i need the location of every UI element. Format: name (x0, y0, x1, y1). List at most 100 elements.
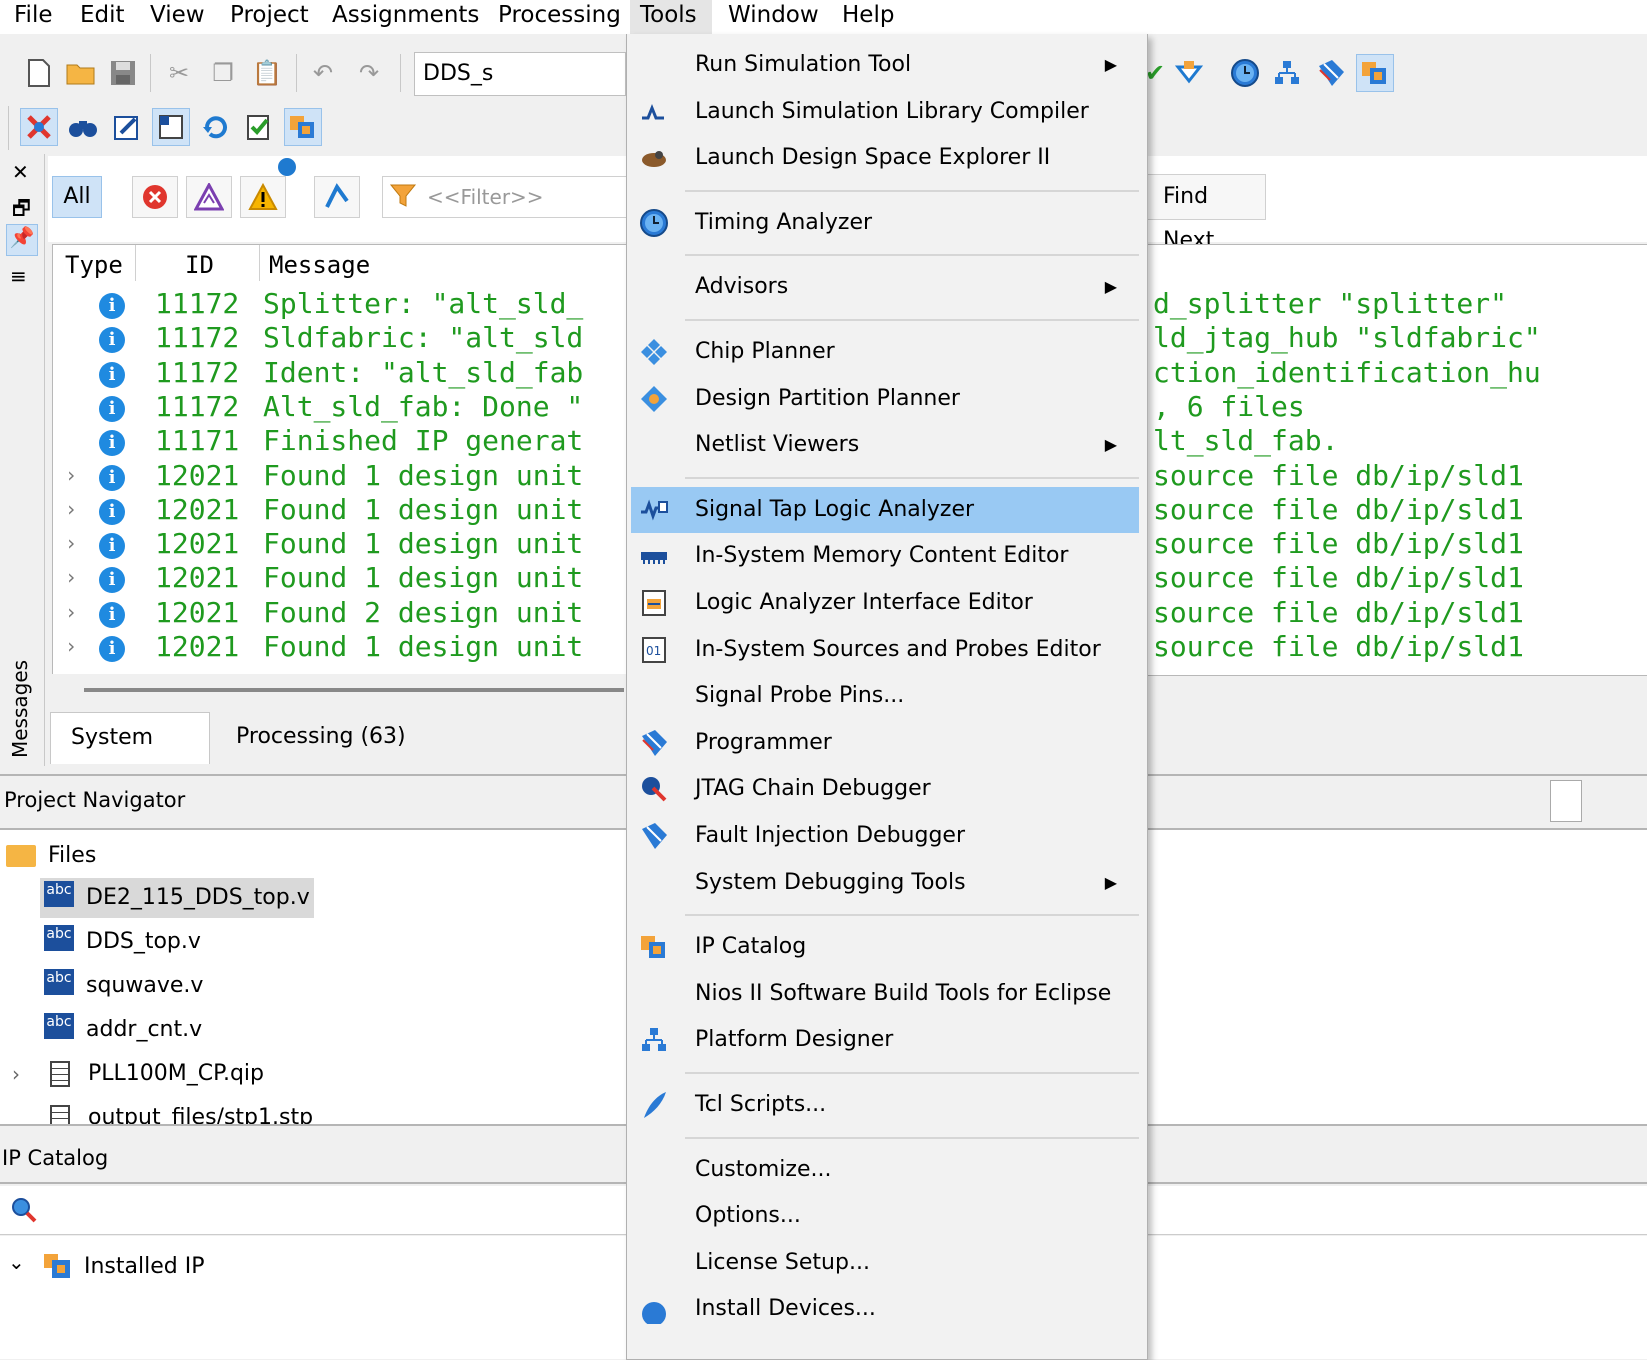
chevron-right-icon[interactable]: › (65, 463, 77, 487)
menu-item-label: Fault Injection Debugger (695, 823, 965, 848)
menu-item-run-simulation-tool[interactable]: Run Simulation Tool ▶ (631, 42, 1139, 88)
copy-icon[interactable]: ❐ (204, 54, 242, 92)
refresh-icon[interactable] (196, 108, 234, 146)
menu-item-options[interactable]: Options... (631, 1193, 1139, 1239)
column-divider[interactable] (135, 245, 136, 281)
save-icon[interactable] (104, 54, 142, 92)
menu-item-label: Advisors (695, 274, 789, 300)
message-filter-input[interactable]: <<Filter>> (382, 176, 628, 218)
project-combo[interactable]: DDS_s (414, 52, 626, 96)
column-id[interactable]: ID (185, 251, 214, 279)
tab-system[interactable]: System (16) (50, 712, 210, 800)
cut-icon[interactable]: ✂ (160, 54, 198, 92)
menu-edit[interactable]: Edit (74, 0, 131, 34)
menu-project[interactable]: Project (224, 0, 315, 34)
menu-view[interactable]: View (144, 0, 211, 34)
chevron-right-icon[interactable]: › (12, 1054, 20, 1094)
critical-warning-filter-icon[interactable] (186, 176, 232, 218)
files-root[interactable]: Files (6, 836, 96, 876)
menu-item-signal-tap-logic-analyzer[interactable]: Signal Tap Logic Analyzer (631, 486, 1139, 533)
menu-item-jtag-chain-debugger[interactable]: JTAG Chain Debugger (631, 766, 1139, 812)
edit-icon[interactable] (108, 108, 146, 146)
messages-side-strip: ✕ 🗗 📌 ≡ Messages (0, 154, 45, 766)
menu-lines-icon[interactable]: ≡ (10, 264, 27, 288)
column-type[interactable]: Type (65, 251, 123, 279)
installed-ip-item[interactable]: Installed IP (84, 1254, 204, 1279)
file-item[interactable]: abc DDS_top.v (44, 922, 201, 962)
file-item[interactable]: output_files/stp1.stp (50, 1098, 313, 1124)
menu-item-customize[interactable]: Customize... (631, 1147, 1139, 1193)
menu-item-timing-analyzer[interactable]: Timing Analyzer (631, 200, 1139, 246)
message-text: Alt_sld_fab: Done " (263, 389, 584, 423)
scrollbar-thumb[interactable] (84, 688, 624, 692)
menu-item-in-system-sources-and-probes-editor[interactable]: 01 In-System Sources and Probes Editor (631, 627, 1139, 673)
menu-item-launch-design-space-explorer-ii[interactable]: Launch Design Space Explorer II (631, 135, 1139, 181)
column-divider[interactable] (259, 245, 260, 281)
menu-item-netlist-viewers[interactable]: Netlist Viewers ▶ (631, 422, 1139, 468)
restore-icon[interactable]: 🗗 (12, 194, 31, 228)
menu-item-logic-analyzer-interface-editor[interactable]: Logic Analyzer Interface Editor (631, 580, 1139, 626)
menu-item-install-devices[interactable]: Install Devices... (631, 1286, 1139, 1332)
chevron-right-icon[interactable]: › (65, 634, 77, 658)
close-icon[interactable]: ✕ (12, 160, 29, 184)
clock-icon[interactable] (1226, 54, 1264, 92)
file-item[interactable]: abc squwave.v (44, 966, 203, 1006)
menu-item-programmer[interactable]: Programmer (631, 720, 1139, 766)
file-item[interactable]: PLL100M_CP.qip (50, 1054, 264, 1094)
menu-item-system-debugging-tools[interactable]: System Debugging Tools ▶ (631, 860, 1139, 906)
messages-side-tab[interactable]: Messages (8, 660, 32, 758)
panel-toggle-icon[interactable] (1550, 780, 1582, 822)
menu-item-advisors[interactable]: Advisors ▶ (631, 264, 1139, 310)
programmer-icon[interactable] (1312, 54, 1350, 92)
menu-assignments[interactable]: Assignments (326, 0, 485, 34)
menu-item-signal-probe-pins[interactable]: Signal Probe Pins... (631, 673, 1139, 719)
menu-item-fault-injection-debugger[interactable]: Fault Injection Debugger (631, 813, 1139, 859)
column-message[interactable]: Message (269, 251, 370, 279)
stop-processing-icon[interactable] (20, 108, 58, 146)
menu-item-design-partition-planner[interactable]: Design Partition Planner (631, 376, 1139, 422)
menu-item-ip-catalog[interactable]: IP Catalog (631, 924, 1139, 970)
secondary-toolbar (0, 102, 640, 154)
ip-catalog-icon[interactable] (1356, 54, 1394, 92)
error-filter-icon[interactable] (132, 176, 178, 218)
menu-item-chip-planner[interactable]: Chip Planner (631, 329, 1139, 375)
tab-processing[interactable]: Processing (63) (216, 712, 426, 764)
new-file-icon[interactable] (20, 54, 58, 92)
chevron-right-icon[interactable]: › (65, 497, 77, 521)
menu-item-in-system-memory-content-editor[interactable]: In-System Memory Content Editor (631, 533, 1139, 579)
program-down-icon[interactable] (1170, 54, 1208, 92)
scrollbar-track[interactable] (52, 674, 626, 704)
menu-tools[interactable]: Tools (630, 0, 712, 34)
paste-icon[interactable]: 📋 (248, 54, 286, 92)
chevron-down-icon[interactable]: ⌄ (8, 1250, 25, 1274)
undo-icon[interactable]: ↶ (304, 54, 342, 92)
checklist-icon[interactable] (240, 108, 278, 146)
window-icon[interactable] (152, 108, 190, 146)
menu-item-tcl-scripts[interactable]: Tcl Scripts... (631, 1082, 1139, 1128)
menu-item-nios-ii-software-build-tools-for-eclipse[interactable]: Nios II Software Build Tools for Eclipse (631, 971, 1139, 1017)
find-next-button[interactable]: Find Next (1140, 174, 1266, 253)
menu-help[interactable]: Help (836, 0, 900, 34)
ip-catalog-icon[interactable] (284, 108, 322, 146)
file-name: DE2_115_DDS_top.v (86, 885, 310, 910)
chevron-right-icon[interactable]: › (65, 600, 77, 624)
chevron-right-icon[interactable]: › (65, 531, 77, 555)
file-name: addr_cnt.v (86, 1017, 203, 1042)
menu-item-platform-designer[interactable]: Platform Designer (631, 1017, 1139, 1063)
redo-icon[interactable]: ↷ (350, 54, 388, 92)
pin-icon[interactable]: 📌 (6, 224, 38, 256)
menu-file[interactable]: File (8, 0, 59, 34)
binoculars-icon[interactable] (64, 108, 102, 146)
file-item[interactable]: abc addr_cnt.v (44, 1010, 202, 1050)
menu-processing[interactable]: Processing (492, 0, 627, 34)
menu-window[interactable]: Window (722, 0, 825, 34)
file-item[interactable]: abc DE2_115_DDS_top.v (40, 878, 314, 918)
menu-item-launch-simulation-library-compiler[interactable]: Launch Simulation Library Compiler (631, 89, 1139, 135)
open-folder-icon[interactable] (62, 54, 100, 92)
suppressed-filter-icon[interactable] (314, 176, 360, 218)
chevron-right-icon[interactable]: › (65, 565, 77, 589)
filter-all-button[interactable]: All (52, 176, 102, 218)
menu-item-license-setup[interactable]: License Setup... (631, 1240, 1139, 1286)
warning-filter-icon[interactable] (240, 176, 286, 218)
platform-designer-icon[interactable] (1268, 54, 1306, 92)
